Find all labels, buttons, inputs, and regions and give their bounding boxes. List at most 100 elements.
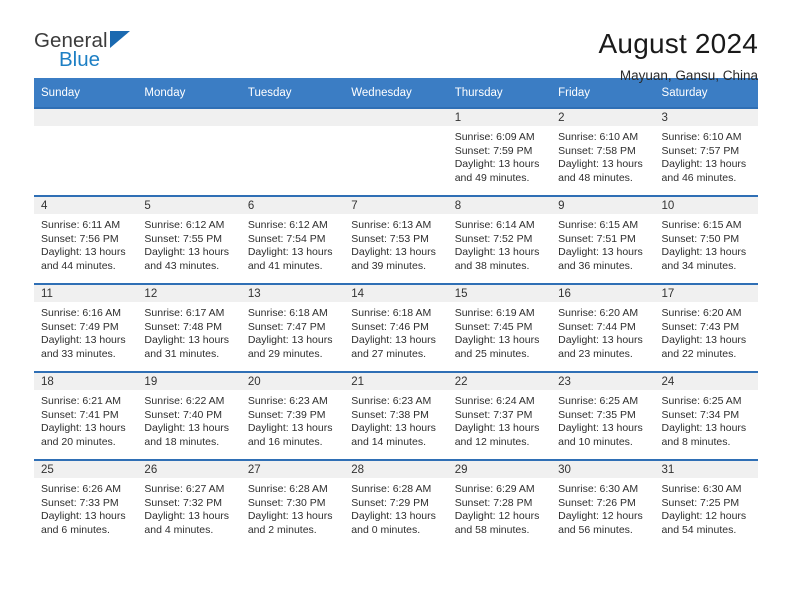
calendar-cell-day[interactable]: 13 Sunrise: 6:18 AM Sunset: 7:47 PM Dayligh… — [240, 283, 345, 372]
sunrise-text: Sunrise: 6:30 AM — [558, 483, 639, 495]
daylight-text-line2: and 22 minutes. — [661, 347, 737, 360]
weekday-header-thursday: Thursday — [447, 78, 552, 108]
daylight-text-line1: Daylight: 13 hours — [247, 422, 333, 435]
sunset-text: Sunset: 7:44 PM — [558, 320, 636, 333]
calendar-cell-day[interactable]: 16 Sunrise: 6:20 AM Sunset: 7:44 PM Dayligh… — [551, 283, 655, 372]
calendar-cell-day[interactable]: 21 Sunrise: 6:23 AM Sunset: 7:38 PM Dayligh… — [344, 371, 448, 460]
day-number: 3 — [654, 109, 758, 126]
day-cell: 23 Sunrise: 6:25 AM Sunset: 7:35 PM Dayligh… — [551, 373, 655, 459]
day-number: 18 — [34, 373, 138, 390]
sunset-text: Sunset: 7:47 PM — [247, 320, 326, 333]
calendar-cell-day[interactable]: 12 Sunrise: 6:17 AM Sunset: 7:48 PM Dayligh… — [137, 283, 241, 372]
daylight-text-line1: Daylight: 13 hours — [661, 422, 747, 435]
daylight-text-line2: and 29 minutes. — [247, 347, 323, 360]
sunrise-text: Sunrise: 6:15 AM — [661, 219, 742, 231]
generalblue-logo[interactable]: General Blue — [34, 28, 144, 70]
weekday-header-monday: Monday — [137, 78, 241, 108]
day-cell: 28 Sunrise: 6:28 AM Sunset: 7:29 PM Dayligh… — [344, 461, 448, 548]
calendar-cell-day[interactable]: 10 Sunrise: 6:15 AM Sunset: 7:50 PM Dayligh… — [654, 195, 758, 284]
day-cell — [240, 109, 345, 195]
calendar-cell-day[interactable]: 22 Sunrise: 6:24 AM Sunset: 7:37 PM Dayligh… — [447, 371, 552, 460]
calendar-cell-day[interactable]: 25 Sunrise: 6:26 AM Sunset: 7:33 PM Dayligh… — [34, 459, 138, 548]
day-details: Sunrise: 6:27 AM Sunset: 7:32 PM Daylight:… — [137, 478, 240, 537]
day-number: 27 — [240, 461, 345, 478]
daylight-text-line2: and 16 minutes. — [247, 435, 323, 448]
calendar-cell-day[interactable]: 24 Sunrise: 6:25 AM Sunset: 7:34 PM Dayligh… — [654, 371, 758, 460]
day-cell: 24 Sunrise: 6:25 AM Sunset: 7:34 PM Dayligh… — [654, 373, 758, 459]
calendar-cell-day[interactable]: 20 Sunrise: 6:23 AM Sunset: 7:39 PM Dayligh… — [240, 371, 345, 460]
calendar-cell-day[interactable]: 4 Sunrise: 6:11 AM Sunset: 7:56 PM Daylight… — [34, 195, 138, 284]
weekday-header-tuesday: Tuesday — [240, 78, 345, 108]
calendar-cell-day[interactable]: 15 Sunrise: 6:19 AM Sunset: 7:45 PM Dayligh… — [447, 283, 552, 372]
day-cell: 14 Sunrise: 6:18 AM Sunset: 7:46 PM Dayligh… — [344, 285, 448, 371]
day-details: Sunrise: 6:25 AM Sunset: 7:34 PM Daylight:… — [655, 390, 758, 449]
daylight-text-line2: and 34 minutes. — [661, 259, 737, 272]
daylight-text-line2: and 36 minutes. — [558, 259, 633, 272]
day-details: Sunrise: 6:10 AM Sunset: 7:57 PM Daylight:… — [655, 126, 758, 185]
day-cell: 6 Sunrise: 6:12 AM Sunset: 7:54 PM Daylight… — [240, 197, 345, 283]
day-number: 12 — [137, 285, 241, 302]
calendar-cell-day[interactable]: 23 Sunrise: 6:25 AM Sunset: 7:35 PM Dayligh… — [551, 371, 655, 460]
day-details: Sunrise: 6:19 AM Sunset: 7:45 PM Daylight:… — [448, 302, 551, 361]
day-number — [240, 109, 345, 126]
day-cell: 30 Sunrise: 6:30 AM Sunset: 7:26 PM Dayligh… — [551, 461, 655, 548]
sunrise-text: Sunrise: 6:16 AM — [41, 307, 121, 319]
calendar-cell-day[interactable]: 6 Sunrise: 6:12 AM Sunset: 7:54 PM Daylight… — [240, 195, 345, 284]
weekday-header-wednesday: Wednesday — [344, 78, 448, 108]
calendar-cell-day[interactable]: 19 Sunrise: 6:22 AM Sunset: 7:40 PM Dayligh… — [137, 371, 241, 460]
day-details: Sunrise: 6:25 AM Sunset: 7:35 PM Daylight:… — [551, 390, 654, 449]
day-cell: 18 Sunrise: 6:21 AM Sunset: 7:41 PM Dayligh… — [34, 373, 138, 459]
sunrise-text: Sunrise: 6:09 AM — [454, 131, 535, 143]
daylight-text-line1: Daylight: 13 hours — [41, 422, 126, 435]
calendar-week-row: 18 Sunrise: 6:21 AM Sunset: 7:41 PM Dayligh… — [34, 371, 758, 460]
calendar-cell-day[interactable]: 18 Sunrise: 6:21 AM Sunset: 7:41 PM Dayligh… — [34, 371, 138, 460]
sunrise-text: Sunrise: 6:13 AM — [351, 219, 432, 231]
calendar-cell-day[interactable]: 7 Sunrise: 6:13 AM Sunset: 7:53 PM Daylight… — [344, 195, 448, 284]
day-number: 9 — [551, 197, 655, 214]
day-cell: 17 Sunrise: 6:20 AM Sunset: 7:43 PM Dayligh… — [654, 285, 758, 371]
calendar-cell-day[interactable]: 30 Sunrise: 6:30 AM Sunset: 7:26 PM Dayligh… — [551, 459, 655, 548]
calendar-cell-day[interactable]: 31 Sunrise: 6:30 AM Sunset: 7:25 PM Dayligh… — [654, 459, 758, 548]
day-number: 19 — [137, 373, 241, 390]
calendar-cell-day[interactable]: 27 Sunrise: 6:28 AM Sunset: 7:30 PM Dayligh… — [240, 459, 345, 548]
calendar-cell-day[interactable]: 9 Sunrise: 6:15 AM Sunset: 7:51 PM Daylight… — [551, 195, 655, 284]
calendar-cell-day[interactable]: 8 Sunrise: 6:14 AM Sunset: 7:52 PM Daylight… — [447, 195, 552, 284]
calendar-page: General Blue August 2024 Mayuan, Gansu, … — [0, 0, 792, 612]
sunrise-text: Sunrise: 6:14 AM — [454, 219, 535, 231]
calendar-cell-day[interactable]: 28 Sunrise: 6:28 AM Sunset: 7:29 PM Dayligh… — [344, 459, 448, 548]
sunrise-text: Sunrise: 6:30 AM — [661, 483, 742, 495]
calendar-cell-empty — [240, 107, 345, 196]
calendar-cell-day[interactable]: 11 Sunrise: 6:16 AM Sunset: 7:49 PM Dayligh… — [34, 283, 138, 372]
day-number: 20 — [240, 373, 345, 390]
daylight-text-line2: and 23 minutes. — [558, 347, 633, 360]
calendar-body: 1 Sunrise: 6:09 AM Sunset: 7:59 PM Daylight… — [34, 107, 758, 548]
day-details: Sunrise: 6:22 AM Sunset: 7:40 PM Daylight:… — [137, 390, 240, 449]
day-details: Sunrise: 6:20 AM Sunset: 7:44 PM Daylight:… — [551, 302, 654, 361]
calendar-cell-day[interactable]: 29 Sunrise: 6:29 AM Sunset: 7:28 PM Dayligh… — [447, 459, 552, 548]
day-number: 22 — [447, 373, 552, 390]
calendar-cell-day[interactable]: 1 Sunrise: 6:09 AM Sunset: 7:59 PM Daylight… — [447, 107, 552, 196]
day-number: 16 — [551, 285, 655, 302]
sunrise-text: Sunrise: 6:11 AM — [41, 219, 121, 231]
day-number: 4 — [34, 197, 138, 214]
title-block: August 2024 Mayuan, Gansu, China — [599, 28, 758, 85]
day-details: Sunrise: 6:13 AM Sunset: 7:53 PM Daylight:… — [344, 214, 447, 273]
sunset-text: Sunset: 7:29 PM — [351, 496, 429, 509]
calendar-cell-day[interactable]: 5 Sunrise: 6:12 AM Sunset: 7:55 PM Daylight… — [137, 195, 241, 284]
daylight-text-line1: Daylight: 13 hours — [454, 246, 540, 259]
daylight-text-line1: Daylight: 13 hours — [247, 246, 333, 259]
calendar-cell-day[interactable]: 3 Sunrise: 6:10 AM Sunset: 7:57 PM Daylight… — [654, 107, 758, 196]
calendar-cell-day[interactable]: 17 Sunrise: 6:20 AM Sunset: 7:43 PM Dayligh… — [654, 283, 758, 372]
day-details: Sunrise: 6:21 AM Sunset: 7:41 PM Daylight:… — [34, 390, 137, 449]
page-header: General Blue August 2024 Mayuan, Gansu, … — [34, 0, 758, 83]
sunrise-text: Sunrise: 6:19 AM — [454, 307, 535, 319]
sunset-text: Sunset: 7:38 PM — [351, 408, 429, 421]
calendar-cell-day[interactable]: 14 Sunrise: 6:18 AM Sunset: 7:46 PM Dayligh… — [344, 283, 448, 372]
calendar-cell-day[interactable]: 26 Sunrise: 6:27 AM Sunset: 7:32 PM Dayligh… — [137, 459, 241, 548]
calendar-week-row: 25 Sunrise: 6:26 AM Sunset: 7:33 PM Dayligh… — [34, 459, 758, 548]
day-details: Sunrise: 6:18 AM Sunset: 7:47 PM Daylight:… — [241, 302, 344, 361]
calendar-cell-day[interactable]: 2 Sunrise: 6:10 AM Sunset: 7:58 PM Daylight… — [551, 107, 655, 196]
day-number: 11 — [34, 285, 138, 302]
day-number: 28 — [344, 461, 448, 478]
calendar-table: Sunday Monday Tuesday Wednesday Thursday… — [34, 78, 758, 548]
